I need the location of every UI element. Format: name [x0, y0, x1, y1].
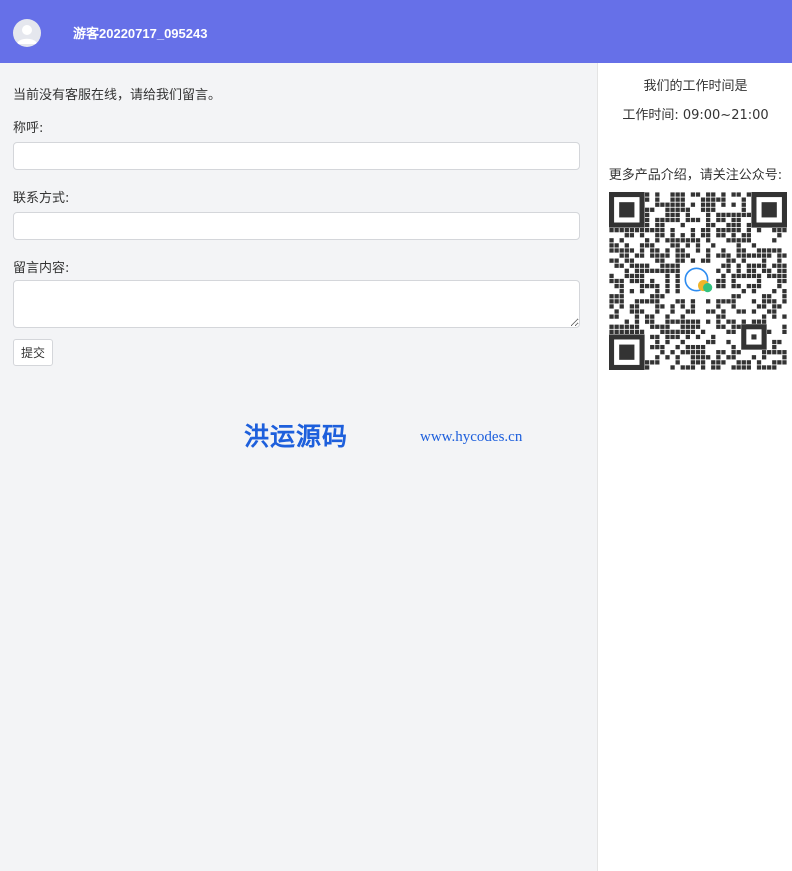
contact-label: 联系方式:: [13, 191, 70, 206]
watermark-name: 洪运源码: [244, 422, 349, 451]
follow-text: 更多产品介绍，请关注公众号:: [608, 168, 783, 183]
header-bar: 游客20220717_095243: [0, 0, 792, 63]
hours-title: 我们的工作时间是: [643, 79, 748, 94]
message-form-panel: 当前没有客服在线，请给我们留言。 称呼: 联系方式: 留言内容: 提交 洪运源码…: [0, 63, 597, 871]
info-sidebar: 我们的工作时间是 工作时间: 09:00~21:00 更多产品介绍，请关注公众号…: [597, 63, 792, 871]
message-label: 留言内容:: [13, 261, 70, 276]
hours-value: 工作时间: 09:00~21:00: [622, 108, 769, 123]
submit-button[interactable]: 提交: [13, 339, 53, 366]
user-avatar-icon: [13, 19, 41, 47]
watermark-url: www.hycodes.cn: [420, 429, 523, 445]
name-label: 称呼:: [13, 121, 44, 136]
offline-notice: 当前没有客服在线，请给我们留言。: [13, 88, 222, 103]
wechat-qr-code-icon: [609, 192, 787, 370]
username: 游客20220717_095243: [73, 26, 208, 41]
name-input[interactable]: [13, 142, 580, 170]
contact-input[interactable]: [13, 212, 580, 240]
message-textarea[interactable]: [13, 280, 580, 328]
